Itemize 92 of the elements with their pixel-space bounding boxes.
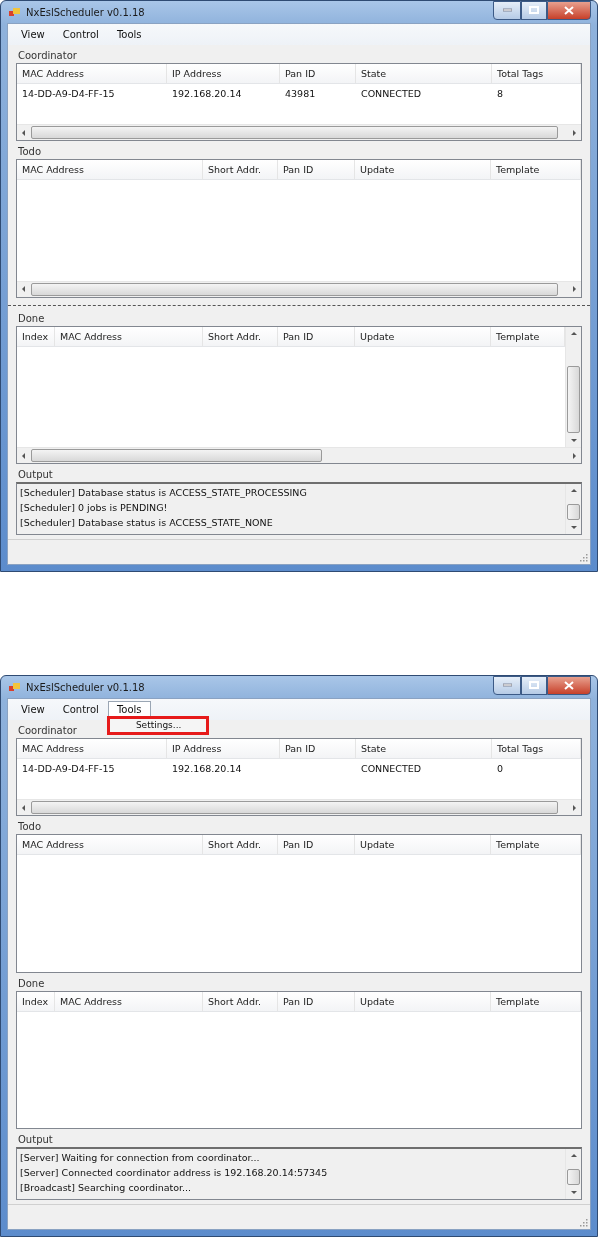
window-title: NxEslScheduler v0.1.18	[26, 6, 146, 18]
group-label: Todo	[17, 820, 41, 834]
column-header[interactable]: MAC Address	[17, 64, 167, 83]
table-cell-text: 8	[496, 87, 505, 101]
column-header[interactable]: State	[356, 64, 492, 83]
horizontal-scrollbar[interactable]	[17, 124, 581, 140]
log-line: [Scheduler] 0 jobs is PENDING!	[20, 501, 169, 515]
group-label: Done	[17, 976, 45, 991]
column-header[interactable]: Total Tags	[492, 739, 581, 758]
scrollbar-thumb[interactable]	[31, 801, 559, 814]
horizontal-scrollbar[interactable]	[17, 280, 581, 297]
log-line: [Server] Waiting for connection from coordinator...	[20, 1151, 261, 1165]
log-line: [Scheduler] Database status is ACCESS_STATE_NONE	[20, 516, 274, 530]
column-header[interactable]: MAC Address	[55, 326, 203, 346]
group-label: Done	[17, 311, 45, 326]
column-header[interactable]: Short Addr.	[203, 326, 278, 346]
menu-item[interactable]: Control	[53, 701, 108, 718]
resize-grip-icon[interactable]	[578, 552, 588, 562]
column-header[interactable]: Total Tags	[492, 64, 581, 83]
close-button[interactable]	[547, 675, 591, 695]
column-header[interactable]: MAC Address	[17, 160, 203, 179]
maximize-button[interactable]	[521, 0, 547, 20]
app-icon	[9, 7, 21, 17]
menu-option[interactable]: Settings...	[109, 719, 206, 732]
column-header[interactable]: Pan ID	[278, 991, 355, 1011]
minimize-button[interactable]	[493, 675, 521, 695]
scrollbar-thumb[interactable]	[31, 449, 323, 462]
column-header[interactable]: MAC Address	[17, 739, 167, 758]
log-line: [Server] Connected coordinator address is 192.168.20.14:57345	[20, 1166, 329, 1180]
group-label: Output	[17, 468, 53, 482]
column-header[interactable]: Template	[491, 991, 581, 1011]
log-line: [Broadcast] Searching coordinator...	[20, 1181, 193, 1195]
group-label: Coordinator	[17, 724, 77, 738]
table-cell-text: 192.168.20.14	[171, 87, 243, 101]
table-cell-text: 14-DD-A9-D4-FF-15	[21, 87, 116, 101]
menu-item[interactable]: Control	[53, 26, 108, 43]
menu-item[interactable]: Tools	[107, 26, 151, 43]
horizontal-scrollbar[interactable]	[17, 447, 581, 463]
scrollbar-thumb[interactable]	[31, 126, 559, 139]
column-header[interactable]: Update	[355, 160, 491, 179]
column-header[interactable]: MAC Address	[55, 991, 203, 1011]
table-cell-text: 14-DD-A9-D4-FF-15	[21, 762, 116, 776]
column-header[interactable]: Short Addr.	[203, 160, 278, 179]
maximize-button[interactable]	[521, 675, 547, 695]
table-cell-text: CONNECTED	[360, 762, 423, 776]
maximize-icon	[529, 681, 539, 689]
resize-grip-icon[interactable]	[578, 1217, 588, 1227]
menu-item[interactable]: View	[12, 701, 54, 718]
horizontal-scrollbar[interactable]	[17, 799, 581, 815]
vertical-scrollbar[interactable]	[565, 1149, 581, 1199]
group-label: Output	[17, 1133, 53, 1147]
vertical-scrollbar[interactable]	[565, 484, 581, 534]
table-cell-text: 43981	[284, 87, 317, 101]
scrollbar-thumb[interactable]	[31, 282, 559, 296]
column-header[interactable]: Update	[355, 326, 491, 346]
close-icon	[564, 5, 574, 15]
column-header[interactable]: Update	[355, 991, 491, 1011]
window-title: NxEslScheduler v0.1.18	[26, 681, 146, 693]
column-header[interactable]: State	[356, 739, 492, 758]
scrollbar-thumb[interactable]	[567, 366, 580, 433]
column-header[interactable]: Index	[17, 326, 55, 346]
column-header[interactable]: Pan ID	[280, 739, 356, 758]
column-header[interactable]: Short Addr.	[203, 835, 278, 854]
column-header[interactable]: Short Addr.	[203, 991, 278, 1011]
close-icon	[564, 680, 574, 690]
app-icon	[9, 682, 21, 692]
log-line: [Scheduler] Database status is ACCESS_STATE_PROCESSING	[20, 486, 308, 500]
minimize-icon	[502, 683, 512, 687]
table-cell-text: 0	[496, 762, 505, 776]
vertical-scrollbar[interactable]	[565, 326, 581, 447]
column-header[interactable]: IP Address	[167, 64, 280, 83]
column-header[interactable]: MAC Address	[17, 835, 203, 854]
minimize-icon	[502, 8, 512, 12]
table-cell-text: 192.168.20.14	[171, 762, 243, 776]
column-header[interactable]: Pan ID	[278, 160, 355, 179]
column-header[interactable]: IP Address	[167, 739, 280, 758]
group-label: Coordinator	[17, 49, 77, 63]
close-button[interactable]	[547, 0, 591, 20]
scrollbar-thumb[interactable]	[567, 504, 580, 520]
scrollbar-thumb[interactable]	[567, 1169, 580, 1185]
maximize-icon	[529, 6, 539, 14]
column-header[interactable]: Pan ID	[278, 835, 355, 854]
column-header[interactable]: Template	[491, 160, 581, 179]
table-cell-text: CONNECTED	[360, 87, 423, 101]
column-header[interactable]: Index	[17, 991, 55, 1011]
column-header[interactable]: Template	[491, 835, 581, 854]
menu-item[interactable]: View	[12, 26, 54, 43]
column-header[interactable]: Pan ID	[280, 64, 356, 83]
column-header[interactable]: Pan ID	[278, 326, 355, 346]
column-header[interactable]: Update	[355, 835, 491, 854]
group-label: Todo	[17, 145, 41, 159]
minimize-button[interactable]	[493, 0, 521, 20]
